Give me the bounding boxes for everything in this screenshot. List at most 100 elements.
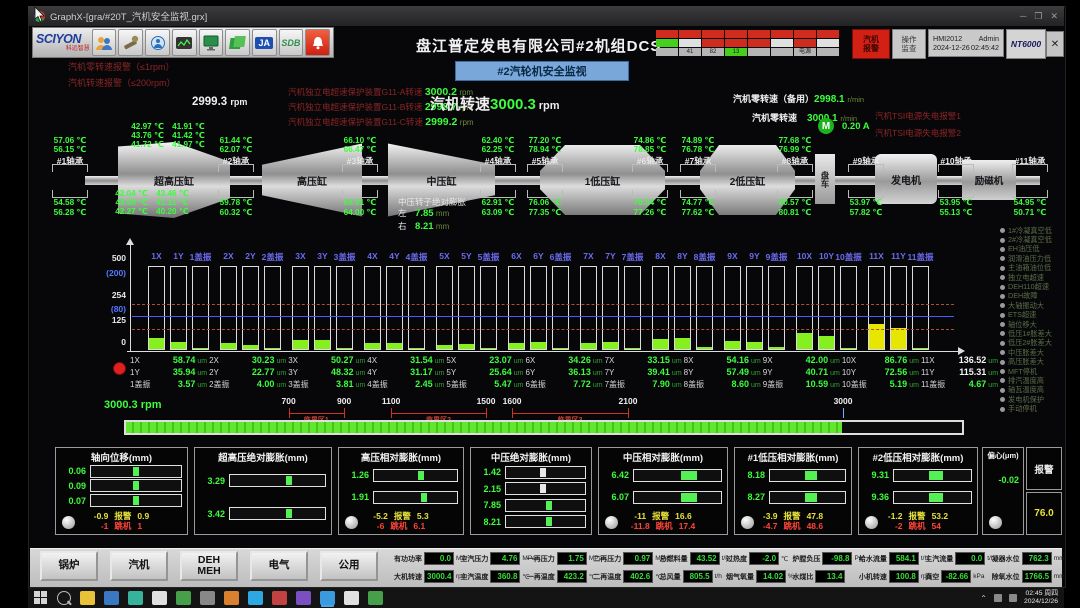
bearing-temp-bottom: 53.97 ℃	[850, 197, 883, 207]
bearing-bracket-top	[680, 164, 716, 172]
trip-word: 跳机	[114, 521, 131, 531]
panel-title: #2低压相对膨胀(mm)	[859, 450, 977, 464]
gauge-bar	[90, 465, 182, 478]
bearing-temp-bottom: 62.91 ℃	[482, 197, 515, 207]
gauge-row: 0.07	[60, 494, 182, 507]
trip-word: 跳机	[784, 521, 801, 531]
alarm-limit: -11	[634, 511, 646, 521]
panel-limits: -11 报警 16.6-11.8跳机17.4	[599, 511, 727, 532]
gauge-marker	[286, 509, 292, 518]
gauge-marker	[681, 471, 697, 480]
bearing-bracket-top	[848, 164, 884, 172]
gauge-marker	[421, 493, 427, 502]
gauge-bar	[633, 491, 722, 504]
bearing-bracket-top	[938, 164, 974, 172]
gauge-marker	[929, 471, 943, 480]
status-indicator	[865, 516, 878, 529]
bearing-temp-bottom: 53.95 ℃	[940, 197, 973, 207]
bearing-temp-top: 76.78 ℃	[682, 144, 715, 154]
bearing-bracket-top	[777, 164, 813, 172]
gauge-row: 9.36	[863, 491, 972, 504]
alarm-limit: 0.9	[137, 511, 149, 521]
panel-body: 8.18 8.27	[739, 464, 846, 508]
gauge-row: 1.91	[343, 491, 458, 504]
gauge-marker	[286, 476, 292, 485]
gauge-marker	[133, 496, 139, 505]
bearing-temp-bottom: 76.06 ℃	[529, 197, 562, 207]
gauge-row: 8.18	[739, 469, 846, 482]
axis-tick-label: 0	[88, 337, 126, 347]
gauge-value: 3.42	[199, 509, 225, 519]
gauge-value: 6.07	[603, 492, 629, 502]
gauge-value: 9.31	[863, 470, 889, 480]
panel-title: 中压相对膨胀(mm)	[599, 450, 727, 464]
gauge-row: 7.85	[475, 499, 586, 512]
bearing-temp-top: 78.85 ℃	[634, 144, 667, 154]
gauge-value: 8.21	[475, 517, 501, 527]
axis-tick-label: (200)	[88, 268, 126, 278]
gauge-value: 8.27	[739, 492, 765, 502]
gauge-value: 0.09	[60, 481, 86, 491]
trip-word: 跳机	[909, 521, 926, 531]
bearing-bracket-top	[480, 164, 516, 172]
alarm-limits: -11 报警 16.6	[599, 511, 727, 522]
gauge-marker	[805, 471, 817, 480]
bearing-temp-bottom: 76.54 ℃	[634, 197, 667, 207]
gauge-bar	[633, 469, 722, 482]
cylinder-temp-top: 41.72 ℃ 41.97 ℃	[131, 138, 205, 150]
panel-title: 中压绝对膨胀(mm)	[471, 450, 591, 464]
gauge-row: 2.15	[475, 482, 586, 495]
gauge-bar	[505, 499, 586, 512]
gauge-value: 1.26	[343, 470, 369, 480]
gauge-bar	[769, 469, 846, 482]
trip-limit: 48.6	[807, 521, 824, 531]
gauge-marker	[540, 468, 546, 477]
bearing-temp-bottom: 60.32 ℃	[220, 207, 253, 217]
gauge-bar	[373, 469, 458, 482]
trip-limit: -6	[377, 521, 385, 531]
panel-title: #1低压相对膨胀(mm)	[735, 450, 851, 464]
gauge-value: 1.42	[475, 467, 501, 477]
alarm-limit: 53.2	[932, 511, 949, 521]
bearing-bracket-top	[52, 164, 88, 172]
gauge-bar	[90, 479, 182, 492]
status-indicator	[345, 516, 358, 529]
trip-word: 跳机	[390, 521, 407, 531]
panel-#1低压相对膨胀(mm): #1低压相对膨胀(mm)8.188.27-3.9报警47.8-4.7跳机48.6	[734, 447, 852, 535]
gauge-bar	[373, 491, 458, 504]
gauge-bar	[893, 469, 972, 482]
photo-of-screen: { "window": { "title": "GraphX-[gra/#20T…	[0, 0, 1080, 608]
gauge-row: 1.42	[475, 466, 586, 479]
gauge-value: 8.18	[739, 470, 765, 480]
mouse-cursor	[34, 7, 46, 23]
axis-tick-label: 125	[88, 315, 126, 325]
gauge-bar	[893, 491, 972, 504]
bearing-bracket-top	[527, 164, 563, 172]
bearing-temp-bottom: 80.81 ℃	[779, 207, 812, 217]
gauge-row: 8.21	[475, 515, 586, 528]
gauge-marker	[546, 501, 552, 510]
vibration-limit-line	[132, 316, 954, 317]
gauge-bar	[769, 491, 846, 504]
bearing-temp-top: 76.99 ℃	[779, 144, 812, 154]
panel-高压相对膨胀(mm): 高压相对膨胀(mm)1.261.91-5.2报警5.3-6跳机6.1	[338, 447, 464, 535]
bearing-temp-bottom: 63.91 ℃	[344, 197, 377, 207]
axis-tick-label: 254	[88, 290, 126, 300]
gauge-value: 0.06	[60, 466, 86, 476]
alarm-limit: -5.2	[373, 511, 388, 521]
bearing-temp-bottom: 59.78 ℃	[220, 197, 253, 207]
trip-limit: 54	[932, 521, 941, 531]
alarm-limit: 5.3	[417, 511, 429, 521]
alarm-limit: -1.2	[888, 511, 903, 521]
gauge-row: 0.06	[60, 465, 182, 478]
gauge-bar	[229, 507, 326, 520]
alarm-limit: 16.6	[675, 511, 692, 521]
bearing-temp-top: 78.94 ℃	[529, 144, 562, 154]
alarm-word: 报警	[652, 511, 669, 521]
gauge-marker	[133, 481, 139, 490]
gauge-marker	[540, 484, 546, 493]
panel-body: 0.06 0.09 0.07	[60, 464, 182, 508]
status-indicator	[741, 516, 754, 529]
trip-limits: -11.8跳机17.4	[599, 521, 727, 532]
bearing-temp-top: 62.25 ℃	[482, 144, 515, 154]
